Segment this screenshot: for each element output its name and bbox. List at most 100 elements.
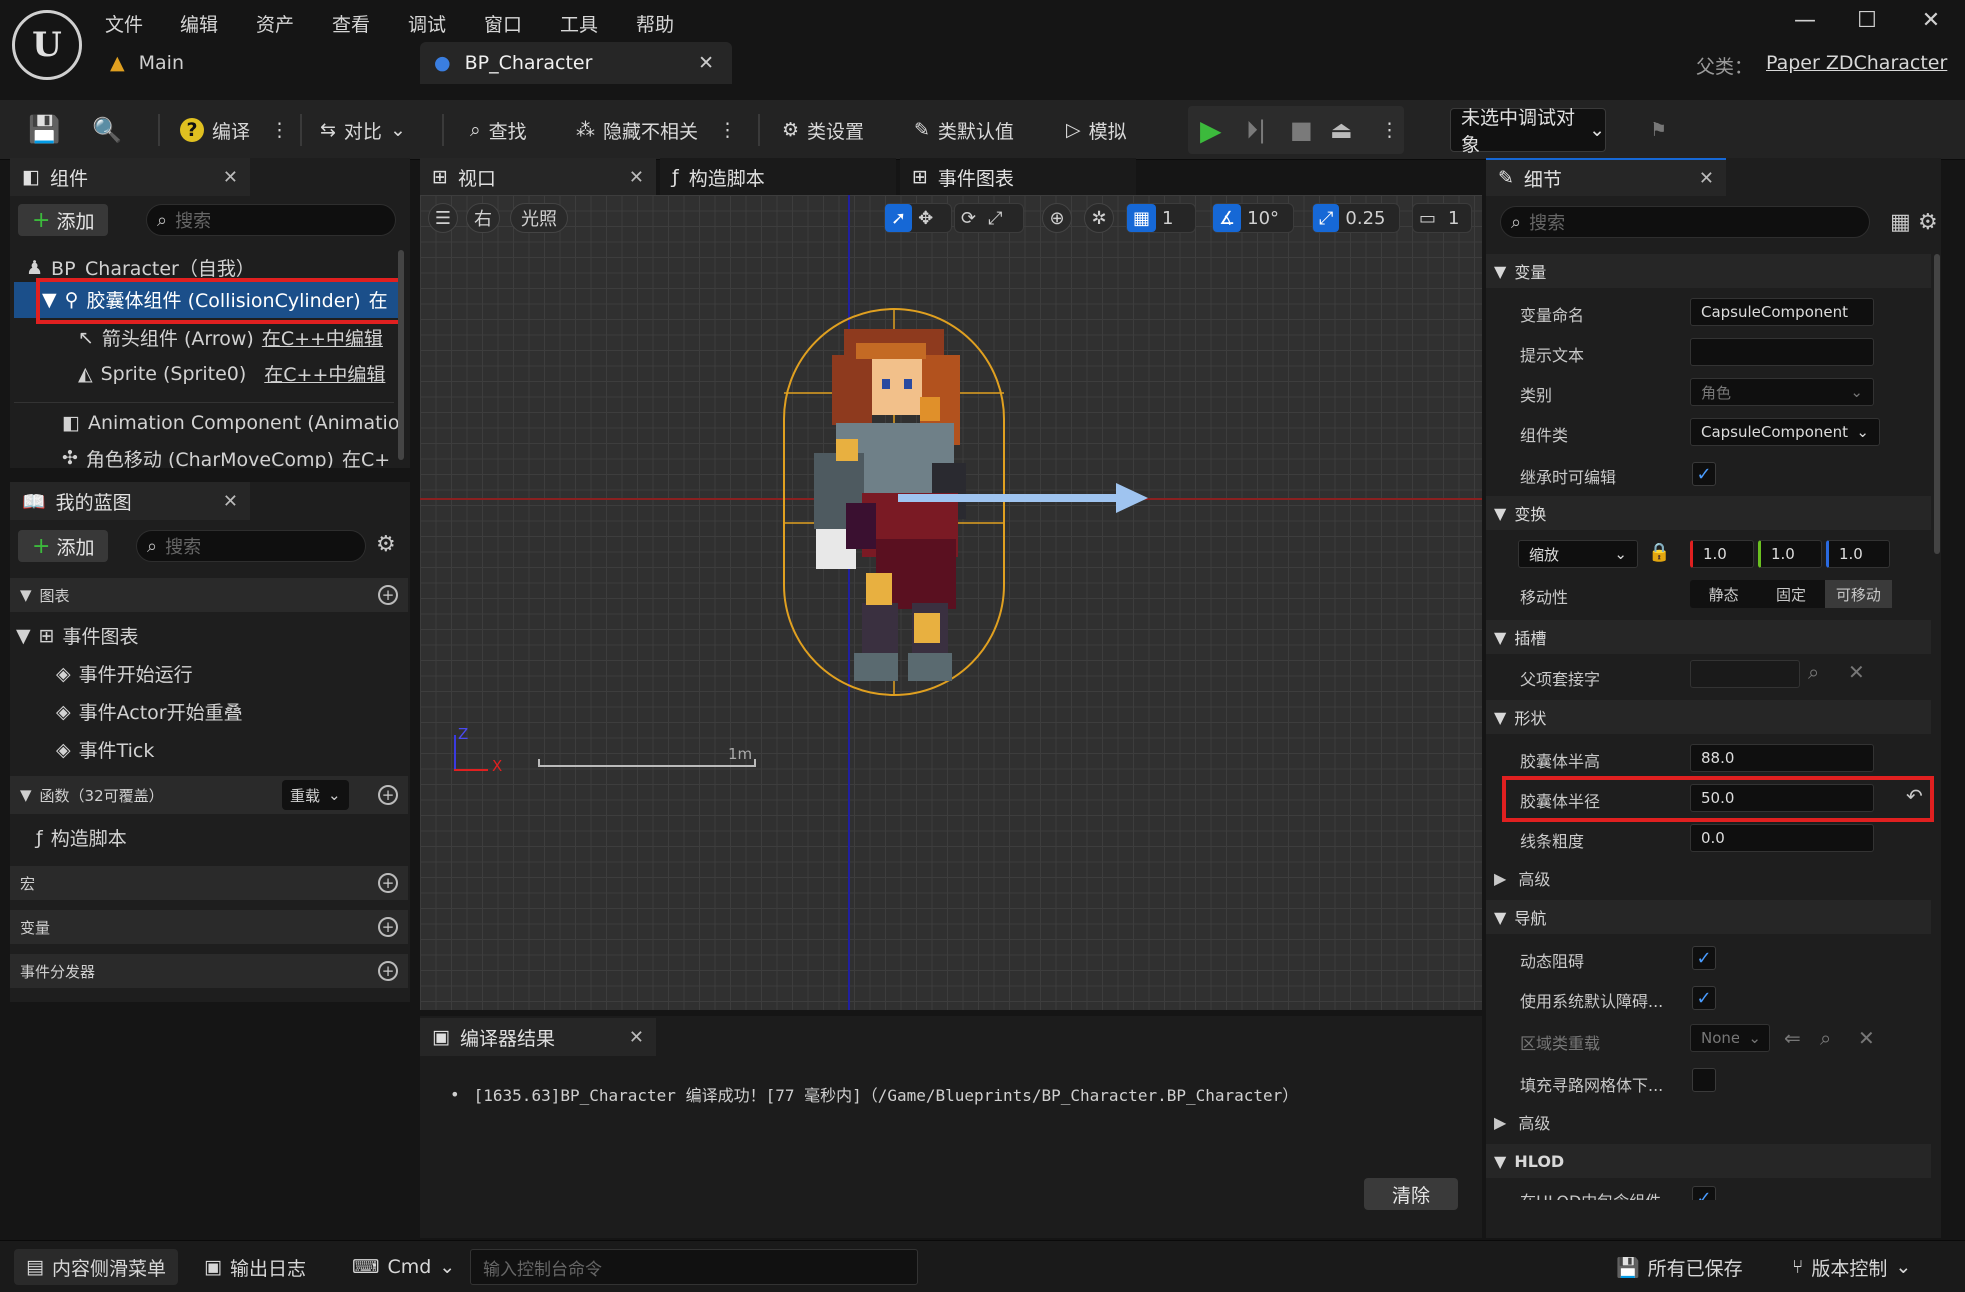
tab-bp-character[interactable]: ● BP_Character ✕ <box>420 42 732 84</box>
details-section-transform[interactable]: ▼ 变换 <box>1486 496 1931 530</box>
simulate-button[interactable]: ▷ 模拟 <box>1066 110 1127 150</box>
expand-arrow-icon[interactable]: ▼ <box>42 289 57 311</box>
details-section-navigation[interactable]: ▼ 导航 <box>1486 900 1931 934</box>
clear-icon[interactable]: ✕ <box>1858 1026 1875 1050</box>
output-log-button[interactable]: ▣ 输出日志 <box>204 1249 306 1285</box>
add-component-button[interactable]: + 添加 <box>18 204 109 236</box>
close-icon[interactable]: ✕ <box>1699 168 1714 189</box>
var-name-field[interactable]: CapsuleComponent <box>1690 298 1874 326</box>
hlod-checkbox[interactable]: ✓ <box>1692 1186 1716 1200</box>
event-actor-overlap[interactable]: ◈ 事件Actor开始重叠 <box>56 698 243 725</box>
tab-components[interactable]: ◧ 组件 ✕ <box>10 158 250 196</box>
fill-nav-checkbox[interactable] <box>1692 1068 1716 1092</box>
event-begin-play[interactable]: ◈ 事件开始运行 <box>56 660 193 687</box>
comp-class-dropdown[interactable]: CapsuleComponent ⌄ <box>1690 418 1880 446</box>
section-macros[interactable]: 宏 + <box>10 866 408 900</box>
source-control-button[interactable]: ⑂ 版本控制 ⌄ <box>1792 1249 1911 1285</box>
component-animation[interactable]: ◧ Animation Component (Animatio <box>62 412 399 434</box>
menu-help[interactable]: 帮助 <box>636 10 674 37</box>
clear-button[interactable]: 清除 <box>1364 1178 1458 1210</box>
console-input[interactable]: 输入控制台命令 <box>470 1249 918 1285</box>
browse-icon[interactable]: 🔍 <box>92 110 122 150</box>
step-button[interactable]: ⏵| <box>1246 110 1266 150</box>
menu-view[interactable]: 查看 <box>332 10 370 37</box>
close-icon[interactable]: ✕ <box>629 1027 644 1048</box>
add-member-button[interactable]: + 添加 <box>18 530 109 562</box>
component-char-move[interactable]: ✣ 角色移动 (CharMoveComp) 在C+ <box>62 448 390 468</box>
mobility-stationary[interactable]: 固定 <box>1757 584 1824 605</box>
tab-details[interactable]: ✎ 细节 ✕ <box>1486 158 1726 196</box>
scale-z-field[interactable]: 1.0 <box>1826 540 1890 568</box>
menu-assets[interactable]: 资产 <box>256 10 294 37</box>
more-options-icon[interactable]: ⋮ <box>718 119 737 141</box>
surface-snap-icon[interactable]: ✲ <box>1084 203 1114 233</box>
construction-script-item[interactable]: ƒ 构造脚本 <box>36 824 127 851</box>
camera-speed[interactable]: ▭ 1 <box>1412 203 1472 233</box>
line-thickness-field[interactable]: 0.0 <box>1690 824 1874 852</box>
diff-button[interactable]: ⇆ 对比 ⌄ <box>320 110 406 150</box>
scale-x-field[interactable]: 1.0 <box>1690 540 1754 568</box>
angle-snap[interactable]: ∡ 10° <box>1212 203 1294 233</box>
character-sprite[interactable] <box>736 303 1166 703</box>
clear-socket-icon[interactable]: ✕ <box>1848 660 1865 684</box>
hide-unrelated-button[interactable]: ⁂ 隐藏不相关 ⋮ <box>576 110 737 150</box>
component-self[interactable]: ♟ BP_Character（自我） <box>26 254 255 281</box>
gear-icon[interactable]: ⚙ <box>1918 210 1938 235</box>
nav-advanced-toggle[interactable]: ▶ 高级 <box>1494 1110 1550 1134</box>
scale-mode-dropdown[interactable]: 缩放 ⌄ <box>1518 540 1638 568</box>
rotate-tool-icon[interactable]: ⟳ <box>955 204 982 232</box>
table-view-icon[interactable]: ▦ <box>1890 210 1911 235</box>
maximize-icon[interactable]: ☐ <box>1842 8 1892 33</box>
viewport[interactable]: ☰ 右 光照 ➚ ✥ ⟳ ⤢ ⊕ ✲ ▦ 1 ∡ 10° ⤢ 0.25 ▭ 1 <box>420 195 1482 1010</box>
details-scrollbar[interactable] <box>1934 254 1940 554</box>
coordinate-space-icon[interactable]: ⊕ <box>1042 203 1072 233</box>
override-dropdown[interactable]: 重载 ⌄ <box>282 780 349 810</box>
tab-construction-script[interactable]: ƒ 构造脚本 <box>660 158 896 196</box>
content-drawer-button[interactable]: ▤ 内容侧滑菜单 <box>14 1249 178 1285</box>
parent-socket-field[interactable] <box>1690 660 1800 688</box>
grid-snap[interactable]: ▦ 1 <box>1126 203 1196 233</box>
blueprint-search-input[interactable]: ⌕ 搜索 <box>136 530 366 562</box>
unreal-logo-icon[interactable]: U <box>12 10 82 80</box>
minimize-icon[interactable]: — <box>1780 8 1830 33</box>
details-section-hlod[interactable]: ▼ HLOD <box>1486 1144 1931 1178</box>
add-variable-icon[interactable]: + <box>378 917 398 937</box>
tab-my-blueprint[interactable]: 📖 我的蓝图 ✕ <box>10 482 250 520</box>
lock-icon[interactable]: 🔒 <box>1648 542 1670 563</box>
eject-button[interactable]: ⏏ <box>1330 110 1353 150</box>
browse-socket-icon[interactable]: ⌕ <box>1808 660 1819 684</box>
class-settings-button[interactable]: ⚙ 类设置 <box>782 110 864 150</box>
all-saved-button[interactable]: 💾 所有已保存 <box>1616 1249 1743 1285</box>
class-defaults-button[interactable]: ✎ 类默认值 <box>914 110 1014 150</box>
menu-tools[interactable]: 工具 <box>560 10 598 37</box>
add-macro-icon[interactable]: + <box>378 873 398 893</box>
sys-default-checkbox[interactable]: ✓ <box>1692 986 1716 1010</box>
menu-file[interactable]: 文件 <box>105 10 143 37</box>
cmd-dropdown[interactable]: ⌨ Cmd ⌄ <box>352 1249 455 1285</box>
close-icon[interactable]: ✕ <box>629 167 644 188</box>
half-height-field[interactable]: 88.0 <box>1690 744 1874 772</box>
mobility-movable[interactable]: 可移动 <box>1824 580 1892 608</box>
menu-window[interactable]: 窗口 <box>484 10 522 37</box>
event-graph-item[interactable]: ▼ ⊞ 事件图表 <box>16 622 139 649</box>
select-tool-icon[interactable]: ➚ <box>885 204 913 232</box>
components-search-input[interactable]: ⌕ 搜索 <box>146 204 396 236</box>
scale-y-field[interactable]: 1.0 <box>1758 540 1822 568</box>
category-dropdown[interactable]: 角色 ⌄ <box>1690 378 1874 406</box>
tooltip-field[interactable] <box>1690 338 1874 366</box>
more-options-icon[interactable]: ⋮ <box>1380 110 1399 150</box>
details-section-variable[interactable]: ▼ 变量 <box>1486 254 1931 288</box>
section-graphs[interactable]: ▼ 图表 + <box>10 578 408 612</box>
close-icon[interactable]: ✕ <box>223 491 238 512</box>
editable-checkbox[interactable]: ✓ <box>1692 462 1716 486</box>
menu-edit[interactable]: 编辑 <box>180 10 218 37</box>
add-graph-icon[interactable]: + <box>378 585 398 605</box>
dyn-obstacle-checkbox[interactable]: ✓ <box>1692 946 1716 970</box>
compiler-message[interactable]: • [1635.63]BP_Character 编译成功！[77 毫秒内]（/G… <box>450 1082 1298 1106</box>
find-button[interactable]: ⌕ 查找 <box>470 110 527 150</box>
shape-advanced-toggle[interactable]: ▶ 高级 <box>1494 866 1550 890</box>
component-sprite[interactable]: ◭ Sprite (Sprite0) 在C++中编辑 <box>78 360 385 387</box>
gear-icon[interactable]: ⚙ <box>376 532 396 557</box>
save-icon[interactable]: 💾 <box>28 110 60 150</box>
details-section-sockets[interactable]: ▼ 插槽 <box>1486 620 1931 654</box>
